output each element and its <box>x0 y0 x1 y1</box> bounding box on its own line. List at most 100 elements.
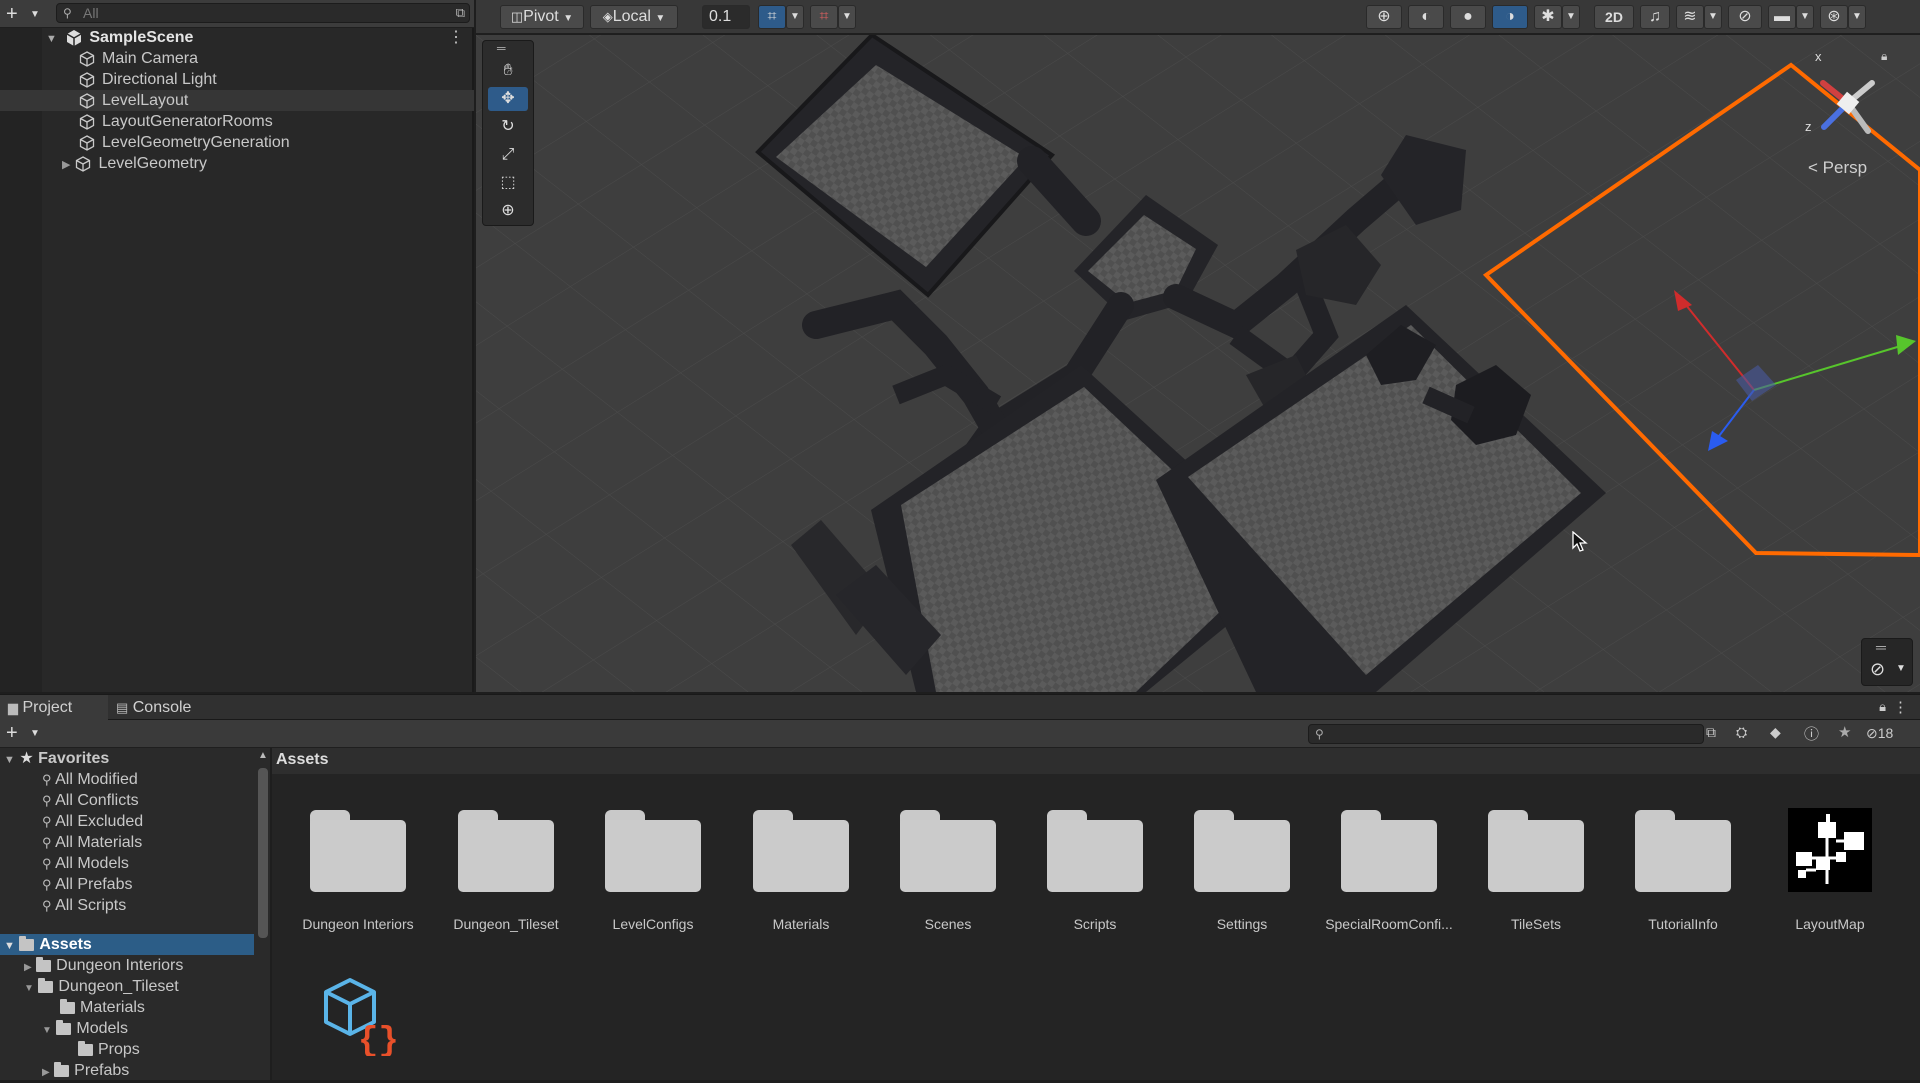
favorite-item-all-excluded[interactable]: ⚲ All Excluded <box>42 811 143 832</box>
scene-menu-icon[interactable]: ⋮ <box>448 27 464 48</box>
scale-tool-button[interactable]: ⤢ <box>488 143 528 167</box>
hierarchy-search-input[interactable]: ⚲ All ⧉ <box>56 3 470 23</box>
filter-label-icon[interactable]: ◆ <box>1770 724 1781 741</box>
globe-icon: ⊕ <box>1377 8 1391 25</box>
assets-root-folder[interactable]: ▼ Assets <box>4 934 92 955</box>
grid-snap-toggle[interactable]: ⌗ <box>758 5 786 29</box>
audio-toggle[interactable]: ♫ <box>1640 5 1670 29</box>
search-options-icon[interactable]: ⧉ <box>456 4 465 22</box>
favorite-item-all-materials[interactable]: ⚲ All Materials <box>42 832 142 853</box>
snap-increment-input[interactable]: 0.1 <box>702 5 750 29</box>
gizmos-button[interactable]: ⊛ <box>1820 5 1848 29</box>
effects-toggle[interactable]: ≋ <box>1676 5 1704 29</box>
favorite-item-all-prefabs[interactable]: ⚲ All Prefabs <box>42 874 132 895</box>
create-button[interactable]: + ▼ <box>6 3 42 25</box>
space-dropdown[interactable]: ◈Local ▼ <box>590 5 678 29</box>
increment-snap-dropdown[interactable]: ▼ <box>838 5 856 29</box>
tree-folder-materials[interactable]: Materials <box>60 997 145 1018</box>
tree-folder-dungeon-tileset[interactable]: ▼ Dungeon_Tileset <box>24 976 179 997</box>
asset-folder-tutorialinfo[interactable]: TutorialInfo <box>1635 810 1731 940</box>
folder-tree-scrollbar[interactable]: ▲ <box>256 748 270 1080</box>
expand-arrow-icon[interactable]: ▶ <box>62 159 70 171</box>
more-menu-icon[interactable]: ⋮ <box>1893 698 1908 716</box>
collapse-arrow-icon[interactable]: ▼ <box>24 983 34 994</box>
camera-dropdown[interactable]: ▼ <box>1796 5 1814 29</box>
search-icon: ⚲ <box>42 877 52 892</box>
camera-overlay-button[interactable]: ═ ⊘ ▼ <box>1861 638 1913 686</box>
breadcrumb[interactable]: Assets <box>276 751 328 769</box>
expand-arrow-icon[interactable]: ▶ <box>24 962 32 973</box>
tab-project[interactable]: ▆ Project <box>0 695 108 721</box>
collapse-arrow-icon[interactable]: ▼ <box>42 1025 52 1036</box>
asset-folder-levelconfigs[interactable]: LevelConfigs <box>605 810 701 940</box>
lock-icon[interactable]: 🔒︎ <box>1881 49 1887 64</box>
hierarchy-item-layoutgeneratorrooms[interactable]: LayoutGeneratorRooms <box>78 111 273 132</box>
asset-folder-dungeon-tileset[interactable]: Dungeon_Tileset <box>453 810 559 940</box>
scroll-up-icon[interactable]: ▲ <box>258 750 268 761</box>
asset-folder-scenes[interactable]: Scenes <box>900 810 996 940</box>
asset-folder-dungeon-interiors[interactable]: Dungeon Interiors <box>302 810 414 940</box>
search-scope-icon[interactable]: ⧉ <box>1706 724 1716 741</box>
orientation-toggle[interactable]: ⊕ <box>1366 5 1402 29</box>
tree-folder-props[interactable]: Props <box>78 1039 140 1060</box>
hierarchy-item-levellayout[interactable]: LevelLayout <box>78 90 188 111</box>
scene-viewport[interactable]: x z 🔒︎ < Persp ═ ⊘ ▼ <box>476 35 1920 692</box>
tree-folder-models[interactable]: ▼ Models <box>42 1018 128 1039</box>
scene-visibility-toggle[interactable]: ⊘ <box>1728 5 1762 29</box>
tree-folder-prefabs[interactable]: ▶ Prefabs <box>42 1060 129 1081</box>
rotate-tool-button[interactable]: ↻ <box>488 115 528 139</box>
asset-folder-specialroomconfigs[interactable]: SpecialRoomConfi... <box>1325 810 1453 940</box>
projection-toggle[interactable]: < Persp <box>1808 158 1867 178</box>
wireframe-shading-button[interactable]: ◐ <box>1408 5 1444 29</box>
hierarchy-item-directional-light[interactable]: Directional Light <box>78 69 217 90</box>
rect-tool-button[interactable]: ⬚ <box>488 171 528 195</box>
collapse-arrow-icon[interactable]: ▼ <box>4 940 15 952</box>
transform-tool-button[interactable]: ⊕ <box>488 199 528 223</box>
move-tool-button[interactable]: ✥ <box>488 87 528 111</box>
asset-folder-scripts[interactable]: Scripts <box>1047 810 1143 940</box>
pivot-dropdown[interactable]: ◫Pivot ▼ <box>500 5 584 29</box>
expand-arrow-icon[interactable]: ▶ <box>42 1067 50 1078</box>
shaded-button[interactable]: ● <box>1450 5 1486 29</box>
log-filter-icon[interactable]: ⓘ <box>1804 723 1819 744</box>
effects-dropdown[interactable]: ▼ <box>1704 5 1722 29</box>
camera-settings-button[interactable]: ▬ <box>1768 5 1796 29</box>
favorite-item-all-scripts[interactable]: ⚲ All Scripts <box>42 895 126 916</box>
asset-folder-settings[interactable]: Settings <box>1194 810 1290 940</box>
hidden-packages-toggle[interactable]: ⊘18 <box>1866 725 1893 742</box>
collapse-arrow-icon[interactable]: ▼ <box>46 33 57 45</box>
lock-icon[interactable]: 🔒︎ <box>1879 699 1886 715</box>
hierarchy-item-main-camera[interactable]: Main Camera <box>78 48 198 69</box>
create-asset-button[interactable]: + ▼ <box>6 722 42 744</box>
scrollbar-thumb[interactable] <box>258 768 268 938</box>
debug-draw-dropdown[interactable]: ▼ <box>1562 5 1580 29</box>
increment-snap-icon: ⌗ <box>819 8 829 25</box>
increment-snap-toggle[interactable]: ⌗ <box>810 5 838 29</box>
favorite-item-all-models[interactable]: ⚲ All Models <box>42 853 129 874</box>
project-search-input[interactable]: ⚲ <box>1308 724 1704 744</box>
2d-mode-toggle[interactable]: 2D <box>1594 5 1634 29</box>
gizmos-dropdown[interactable]: ▼ <box>1848 5 1866 29</box>
tab-console[interactable]: ▤ Console <box>116 695 191 721</box>
hierarchy-gutter <box>0 28 42 692</box>
favorites-header[interactable]: ▼ ★ Favorites <box>4 748 109 769</box>
lit-shading-button[interactable]: ◑ <box>1492 5 1528 29</box>
collapse-arrow-icon[interactable]: ▼ <box>4 754 15 766</box>
debug-draw-mode-button[interactable]: ✱ <box>1534 5 1562 29</box>
favorite-star-icon[interactable]: ★ <box>1838 723 1851 741</box>
asset-json-file[interactable]: {} <box>322 976 402 1061</box>
favorite-item-all-modified[interactable]: ⚲ All Modified <box>42 769 138 790</box>
folder-icon <box>753 810 849 892</box>
tree-folder-dungeon-interiors[interactable]: ▶ Dungeon Interiors <box>24 955 183 976</box>
hand-tool-button[interactable]: ✋︎ <box>488 59 528 83</box>
project-folder-tree: ▼ ★ Favorites ⚲ All Modified ⚲ All Confl… <box>0 748 256 1080</box>
hierarchy-item-levelgeometry[interactable]: ▶ LevelGeometry <box>62 153 207 174</box>
grid-snap-dropdown[interactable]: ▼ <box>786 5 804 29</box>
favorite-item-all-conflicts[interactable]: ⚲ All Conflicts <box>42 790 139 811</box>
asset-folder-tilesets[interactable]: TileSets <box>1488 810 1584 940</box>
asset-folder-materials[interactable]: Materials <box>753 810 849 940</box>
asset-texture-layoutmap[interactable]: LayoutMap <box>1788 808 1872 940</box>
scene-row[interactable]: ▼ SampleScene ⋮ <box>46 27 474 48</box>
hierarchy-item-levelgeometrygeneration[interactable]: LevelGeometryGeneration <box>78 132 290 153</box>
filter-type-icon[interactable]: ⛭ <box>1736 724 1747 741</box>
